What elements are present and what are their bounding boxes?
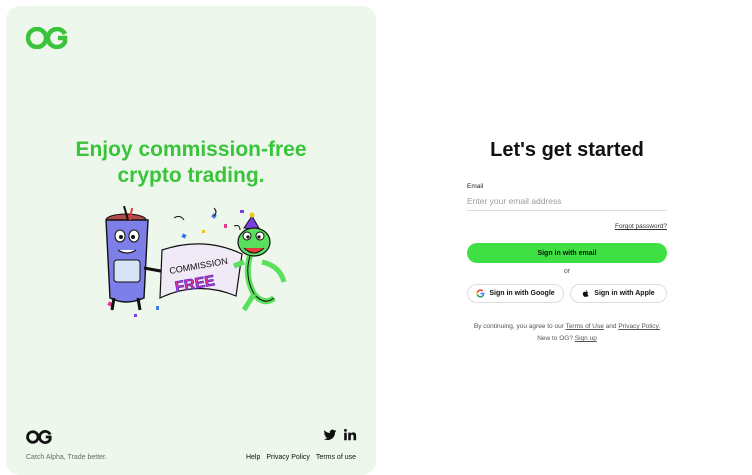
terms-of-use-link-form[interactable]: Terms of Use	[566, 323, 604, 330]
google-icon	[476, 289, 485, 298]
tagline: Catch Alpha, Trade better.	[26, 454, 107, 461]
email-label: Email	[467, 183, 484, 190]
commission-free-banner: COMMISSION FREE	[159, 243, 243, 299]
og-logo-small	[26, 430, 52, 444]
new-to-og-text: New to OG?	[537, 335, 573, 342]
hero-headline-line1: Enjoy commission-free	[75, 138, 307, 161]
legal-and: and	[605, 323, 617, 330]
forgot-password-link[interactable]: Forgot password?	[615, 223, 667, 230]
svg-text:OG: OG	[26, 27, 28, 28]
sign-up-link[interactable]: Sign up	[575, 335, 597, 342]
hero-headline-line2: crypto trading.	[117, 164, 265, 187]
legal-prefix: By continuing, you agree to our	[473, 323, 564, 330]
help-link[interactable]: Help	[246, 454, 260, 461]
google-button-label: Sign in with Google	[489, 290, 555, 297]
legal-notice: By continuing, you agree to our Terms of…	[440, 323, 694, 330]
cup-character	[105, 206, 167, 311]
privacy-policy-link-form[interactable]: Privacy Policy.	[618, 323, 660, 330]
signin-title: Let's get started	[490, 139, 644, 161]
sign-in-with-email-button[interactable]: Sign in with email	[467, 243, 667, 263]
signup-prompt: New to OG? Sign up	[440, 335, 694, 342]
linkedin-icon[interactable]	[343, 428, 357, 442]
or-divider: or	[563, 268, 571, 275]
apple-button-label: Sign in with Apple	[594, 290, 655, 297]
apple-icon	[583, 290, 589, 297]
footer-links: Help Privacy Policy Terms of use	[246, 454, 356, 461]
promo-panel: OG Enjoy commission-free crypto trading.	[6, 6, 376, 475]
og-logo: OG	[26, 27, 68, 49]
frog-character	[233, 212, 287, 312]
sign-in-with-google-button[interactable]: Sign in with Google	[467, 284, 564, 303]
privacy-policy-link[interactable]: Privacy Policy	[266, 454, 310, 461]
sign-in-with-apple-button[interactable]: Sign in with Apple	[570, 284, 667, 303]
celebration-illustration: COMMISSION FREE	[105, 206, 287, 317]
twitter-icon[interactable]	[323, 428, 337, 442]
terms-of-use-link[interactable]: Terms of use	[316, 454, 356, 461]
email-field[interactable]	[467, 192, 667, 211]
hero-headline: Enjoy commission-free crypto trading.	[6, 137, 376, 189]
